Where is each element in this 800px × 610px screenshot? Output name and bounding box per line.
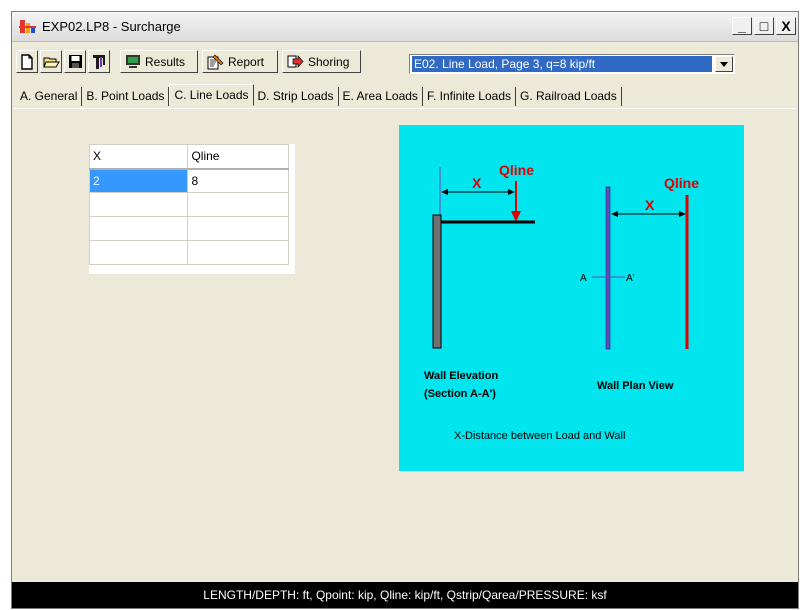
plan-distance-label: X: [645, 197, 655, 213]
tab-railroad-loads[interactable]: G. Railroad Loads: [516, 87, 622, 106]
elevation-caption-line2: (Section A-A'): [424, 388, 496, 400]
plan-caption: Wall Plan View: [597, 380, 674, 392]
tab-divider: [14, 108, 796, 109]
new-file-button[interactable]: [16, 50, 38, 73]
app-window: EXP02.LP8 - Surcharge _ □ X Results Repo…: [11, 11, 799, 609]
shoring-button[interactable]: Shoring: [282, 50, 361, 73]
open-file-button[interactable]: [40, 50, 62, 73]
open-folder-icon: [42, 57, 60, 67]
line-load-diagram: Qline X Qline X A A' Wall Elevation (Sec…: [399, 125, 744, 471]
close-icon: X: [781, 18, 791, 34]
elevation-caption-line1: Wall Elevation: [424, 370, 498, 382]
app-logo-icon: [19, 20, 36, 33]
elevation-load-label: Qline: [499, 162, 534, 178]
plan-dimension-arrow-right-icon: [679, 211, 686, 217]
grid-cell-qline[interactable]: [187, 240, 289, 265]
dimension-arrow-right-icon: [508, 189, 515, 195]
report-label: Report: [228, 54, 265, 69]
close-button[interactable]: X: [776, 17, 796, 35]
window-title: EXP02.LP8 - Surcharge: [42, 19, 181, 34]
example-select-value: E02. Line Load, Page 3, q=8 kip/ft: [412, 56, 712, 72]
toolbar: Results Report Shoring E02. Line Load, P…: [12, 42, 798, 74]
grid-header-row: X Qline: [88, 144, 289, 170]
tab-area-loads[interactable]: E. Area Loads: [339, 87, 423, 106]
elevation-distance-label: X: [472, 175, 482, 191]
table-row: 2 8: [88, 168, 289, 193]
plan-dimension-arrow-left-icon: [611, 211, 618, 217]
table-row: [88, 216, 289, 241]
minimize-button[interactable]: _: [732, 17, 752, 35]
grid-cell-x[interactable]: [88, 240, 189, 265]
plan-wall: [605, 186, 611, 350]
results-button[interactable]: Results: [120, 50, 198, 73]
table-row: [88, 192, 289, 217]
tab-point-loads[interactable]: B. Point Loads: [82, 87, 170, 106]
maximize-icon: □: [759, 18, 769, 34]
new-file-icon: [21, 53, 33, 70]
sheet-pile-icon: [93, 55, 105, 69]
grid-cell-x[interactable]: 2: [88, 168, 189, 193]
monitor-icon: [126, 55, 140, 68]
tab-strip-loads[interactable]: D. Strip Loads: [254, 87, 339, 106]
dimension-arrow-left-icon: [441, 189, 448, 195]
grid-cell-qline[interactable]: [187, 192, 289, 217]
save-disk-icon: [68, 55, 82, 68]
wall-tool-button[interactable]: [88, 50, 110, 73]
chevron-down-icon: [720, 61, 728, 67]
maximize-button[interactable]: □: [754, 17, 774, 35]
tab-strip: A. General B. Point Loads C. Line Loads …: [16, 84, 622, 107]
line-load-grid: X Qline 2 8: [88, 144, 295, 274]
column-header-qline[interactable]: Qline: [187, 144, 289, 170]
diagram-canvas: Qline X Qline X A A' Wall Elevation (Sec…: [424, 162, 699, 442]
units-status-text: LENGTH/DEPTH: ft, Qpoint: kip, Qline: ki…: [203, 588, 607, 602]
status-bar: LENGTH/DEPTH: ft, Qpoint: kip, Qline: ki…: [12, 582, 798, 608]
minimize-icon: _: [738, 18, 746, 34]
report-button[interactable]: Report: [202, 50, 278, 73]
tab-infinite-loads[interactable]: F. Infinite Loads: [423, 87, 516, 106]
example-select[interactable]: E02. Line Load, Page 3, q=8 kip/ft: [409, 54, 735, 74]
grid-cell-qline[interactable]: 8: [187, 168, 289, 193]
tab-general[interactable]: A. General: [16, 87, 83, 106]
results-label: Results: [145, 54, 186, 69]
grid-cell-qline[interactable]: [187, 216, 289, 241]
diagram-description: X-Distance between Load and Wall: [454, 430, 625, 442]
grid-cell-x[interactable]: [88, 216, 189, 241]
title-bar: EXP02.LP8 - Surcharge _ □ X: [12, 12, 798, 42]
column-header-x[interactable]: X: [88, 144, 189, 170]
plan-load-label: Qline: [664, 175, 699, 191]
report-icon: [207, 54, 224, 69]
elevation-load-arrowhead: [511, 211, 521, 222]
elevation-wall: [432, 214, 442, 349]
table-row: [88, 240, 289, 265]
section-a-label: A: [580, 273, 587, 284]
tab-line-loads[interactable]: C. Line Loads: [169, 84, 254, 106]
save-button[interactable]: [64, 50, 86, 73]
shoring-label: Shoring: [308, 54, 350, 69]
shoring-arrow-icon: [287, 55, 304, 68]
section-a-prime-label: A': [626, 273, 635, 284]
grid-cell-x[interactable]: [88, 192, 189, 217]
dropdown-button[interactable]: [715, 56, 733, 72]
